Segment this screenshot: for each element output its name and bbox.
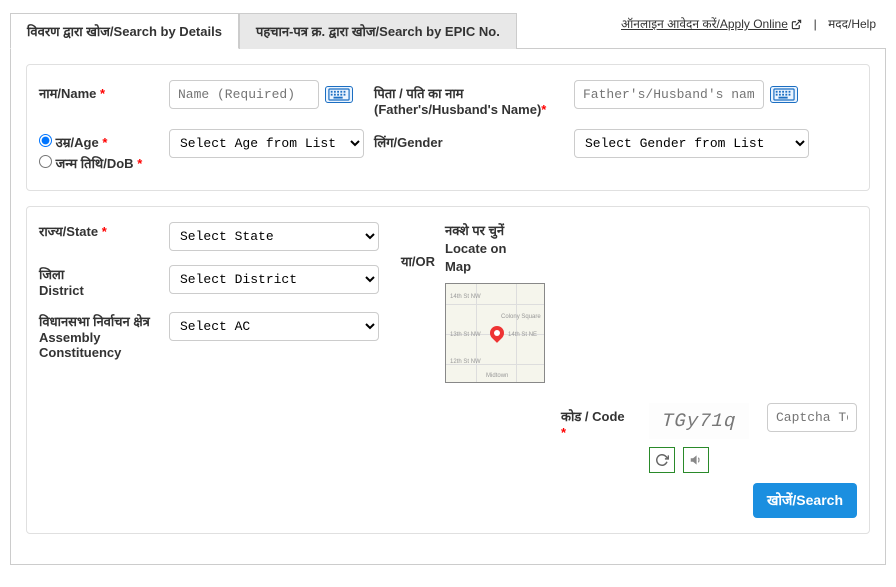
age-radio[interactable] bbox=[39, 134, 52, 147]
map-label: नक्शे पर चुनें Locate on Map bbox=[445, 222, 545, 277]
search-button[interactable]: खोजें/Search bbox=[753, 483, 857, 518]
form-panel: नाम/Name * पिता / पति का नाम (Father's/H… bbox=[10, 49, 886, 565]
father-label: पिता / पति का नाम (Father's/Husband's Na… bbox=[364, 80, 574, 117]
captcha-label: कोड / Code* bbox=[561, 403, 641, 440]
gender-select[interactable]: Select Gender from List bbox=[574, 129, 809, 158]
captcha-image: TGy71q bbox=[649, 403, 749, 439]
section-personal: नाम/Name * पिता / पति का नाम (Father's/H… bbox=[26, 64, 870, 191]
captcha-input[interactable] bbox=[767, 403, 857, 432]
gender-label: लिंग/Gender bbox=[364, 129, 574, 151]
captcha-refresh-button[interactable] bbox=[649, 447, 675, 473]
section-location: राज्य/State * Select State जिला District… bbox=[26, 206, 870, 534]
help-link[interactable]: मदद/Help bbox=[828, 17, 876, 31]
refresh-icon bbox=[655, 453, 669, 467]
name-label: नाम/Name * bbox=[39, 80, 169, 102]
age-dob-group: उम्र/Age * जन्म तिथि/DoB * bbox=[39, 129, 169, 175]
age-select[interactable]: Select Age from List bbox=[169, 129, 364, 158]
ac-select[interactable]: Select AC bbox=[169, 312, 379, 341]
state-select[interactable]: Select State bbox=[169, 222, 379, 251]
external-link-icon bbox=[791, 19, 802, 30]
or-label: या/OR bbox=[379, 222, 445, 383]
speaker-icon bbox=[689, 453, 703, 467]
map-thumbnail[interactable]: 14th St NW Colony Square 13th St NW 14th… bbox=[445, 283, 545, 383]
dob-radio[interactable] bbox=[39, 155, 52, 168]
tab-search-details[interactable]: विवरण द्वारा खोज/Search by Details bbox=[10, 13, 239, 49]
district-select[interactable]: Select District bbox=[169, 265, 379, 294]
apply-online-link[interactable]: ऑनलाइन आवेदन करें/Apply Online bbox=[621, 17, 802, 31]
name-input[interactable] bbox=[169, 80, 319, 109]
state-label: राज्य/State * bbox=[39, 222, 169, 240]
keyboard-icon[interactable] bbox=[325, 86, 353, 103]
father-name-input[interactable] bbox=[574, 80, 764, 109]
separator: | bbox=[806, 17, 825, 31]
tab-search-epic[interactable]: पहचान-पत्र क्र. द्वारा खोज/Search by EPI… bbox=[239, 13, 517, 49]
ac-label: विधानसभा निर्वाचन क्षेत्र Assembly Const… bbox=[39, 312, 169, 360]
keyboard-icon[interactable] bbox=[770, 86, 798, 103]
district-label: जिला District bbox=[39, 265, 169, 298]
map-pin-icon bbox=[487, 323, 507, 343]
captcha-audio-button[interactable] bbox=[683, 447, 709, 473]
